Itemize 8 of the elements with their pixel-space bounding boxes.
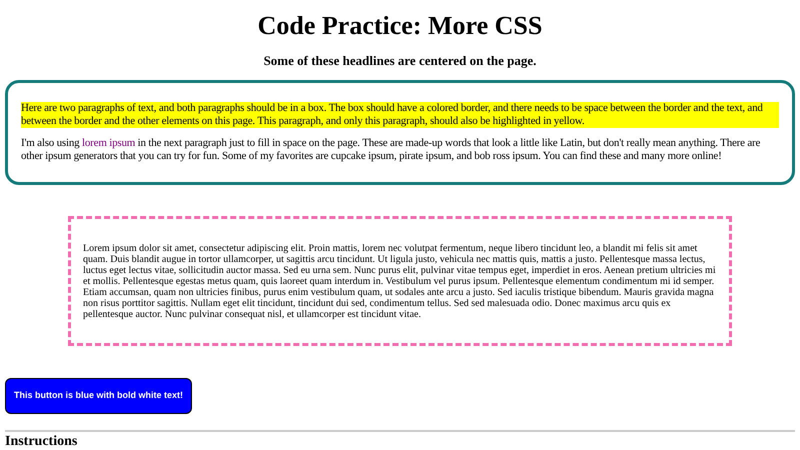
lorem-paragraph: Lorem ipsum dolor sit amet, consectetur adipiscing elit. Proin mattis, lorem nec volutpat fermentum, neque libero tincidunt leo, a blandit mi felis sit amet quam. Duis blandit augue in tortor ullamcorper, ut sagittis arcu tincidunt. Ut ligula justo, vehicula nec mattis quis, mattis a justo. Pellentesque massa lectus, luctus eget lectus vitae, sollicitudin auctor massa. Sed eu urna sem. Nunc purus elit, pulvinar vitae tempus eget, imperdiet in eros. Aenean pretium ultricies mi et mollis. Pellentesque egestas metus quam, quis laoreet quam interdum in. Vestibulum vel purus ipsum. Pellentesque elementum condimentum mi id semper. Etiam accumsan, quam non ultricies finibus, purus enim vestibulum quam, ut sodales ante arcu a justo. Sed iaculis tristique bibendum. Mauris gravida magna non risus porttitor sagittis. Nullam eget elit tincidunt, tincidunt dui sed, condimentum tellus. Sed sed malesuada odio. Donec maximus arcu quis ex pellentesque auctor. Nunc pulvinar consequat nisl, et ullamcorper est tincidunt vitae.: [83, 243, 717, 320]
action-button[interactable]: This button is blue with bold white text!: [5, 378, 192, 414]
paragraph: I'm also using lorem ipsum in the next paragraph just to fill in space on the page. These are made-up words that look a little like Latin, but don't really mean anything. There are other ipsum generators that you can try for fun. Some of my favorites are cupcake ipsum, pirate ipsum, and bob ross ipsum. You can find these and many more online!: [21, 137, 762, 163]
page-title: Code Practice: More CSS: [256, 10, 544, 41]
highlighted-paragraph: Here are two paragraphs of text, and both paragraphs should be in a box. The box should have a colored border, and there needs to be space between the border and the text, and between the border and the other elements on this page. This paragraph, and only this paragraph, should also be highlighted in yellow.: [21, 102, 779, 128]
instructions-heading: Instructions: [5, 434, 78, 450]
lorem-ipsum-link[interactable]: lorem ipsum: [82, 137, 136, 149]
page-subtitle: Some of these headlines are centered on the page.: [262, 53, 538, 69]
